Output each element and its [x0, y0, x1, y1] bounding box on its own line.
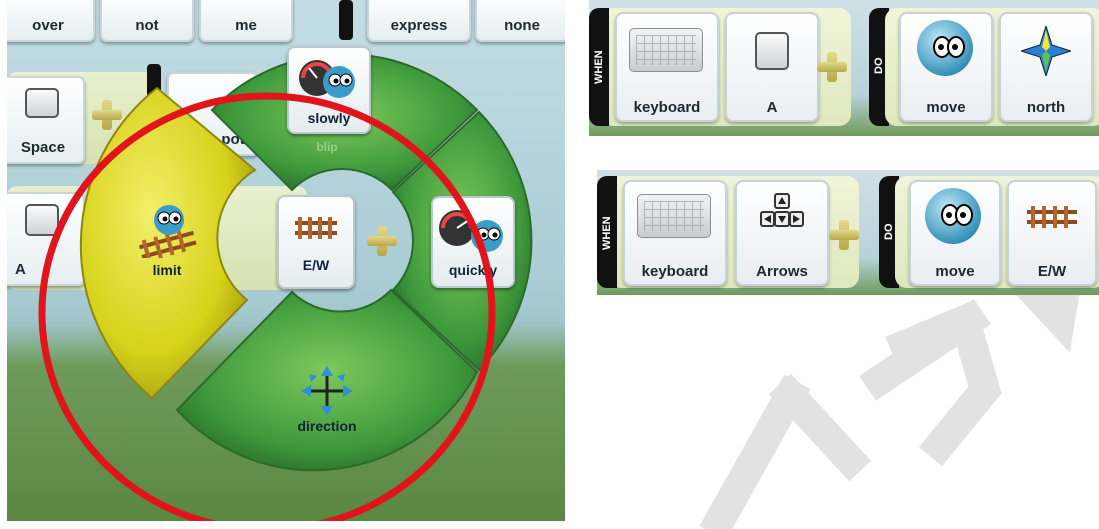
tile-label: move — [926, 99, 966, 116]
compass-star-icon — [1021, 26, 1071, 76]
plus-icon — [817, 52, 847, 82]
when-tab: WHEN — [589, 8, 609, 126]
rule-panel-2: WHEN keyboard Arrows DO move E/W — [597, 170, 1099, 295]
bot-icon — [925, 188, 981, 244]
tile-keyboard[interactable]: keyboard — [623, 180, 727, 286]
tile-keyboard[interactable]: keyboard — [615, 12, 719, 122]
bot-icon — [917, 20, 973, 76]
tile-label: E/W — [1037, 263, 1067, 280]
keyboard-icon — [629, 28, 703, 72]
tile-arrows[interactable]: Arrows — [735, 180, 829, 286]
arrow-keys-icon — [760, 193, 804, 227]
tile-move[interactable]: move — [899, 12, 993, 122]
keyboard-icon — [637, 194, 711, 238]
when-tab: WHEN — [597, 176, 617, 288]
red-highlight-circle — [38, 92, 496, 521]
tile-ew[interactable]: E/W — [1007, 180, 1097, 286]
tile-north[interactable]: north — [999, 12, 1093, 122]
tile-label: A — [766, 99, 778, 116]
tile-label: north — [1026, 99, 1066, 116]
tile-label: keyboard — [633, 99, 701, 116]
kodu-pie-menu-screenshot: over not me express none Space pot A E/W… — [7, 0, 565, 521]
rule-panel-1: WHEN keyboard A DO move north — [589, 0, 1099, 136]
tile-key-a[interactable]: A — [725, 12, 819, 122]
rail-track-icon — [1027, 206, 1077, 228]
tile-label: move — [935, 263, 975, 280]
tile-label: keyboard — [641, 263, 709, 280]
plus-icon — [829, 220, 859, 250]
key-icon — [755, 32, 789, 70]
tile-move[interactable]: move — [909, 180, 1001, 286]
tile-label: Arrows — [756, 263, 808, 280]
